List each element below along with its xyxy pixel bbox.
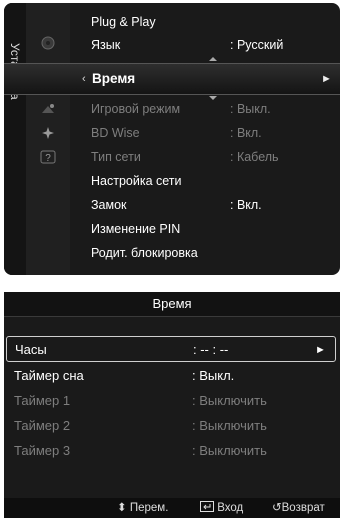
menu-item-bd-wise: BD Wise : Вкл. (91, 126, 262, 140)
time-settings-panel: Время Часы : -- : -- ► Таймер сна : Выкл… (4, 292, 340, 518)
category-icon-column: ? (26, 3, 70, 275)
help-icon[interactable]: ? (26, 145, 70, 169)
panel-title: Время (4, 292, 340, 317)
move-label: Перем. (129, 502, 169, 514)
sparkle-icon[interactable] (26, 121, 70, 145)
up-down-arrow-icon: ⬍ (117, 502, 127, 514)
enter-icon (200, 501, 214, 512)
timer-2-row: Таймер 2 : Выключить (14, 418, 267, 433)
menu-item-game-mode: Игровой режим : Выкл. (91, 102, 271, 116)
menu-item-lock[interactable]: Замок : Вкл. (70, 193, 340, 217)
setup-menu-panel: Установка ? ‹ Время ► P (4, 3, 340, 275)
return-label: Возврат (281, 502, 325, 514)
menu-item-network-setup[interactable]: Настройка сети (70, 169, 340, 193)
chevron-right-icon: ► (315, 344, 326, 356)
disc-icon[interactable] (26, 31, 70, 55)
return-hint: ↺Возврат (272, 498, 325, 518)
footer-bar: ⬍ Перем. Вход ↺Возврат (4, 498, 340, 518)
svg-text:?: ? (45, 153, 51, 164)
menu-item-network-type: Тип сети : Кабель (91, 150, 279, 164)
category-sidebar: Установка (4, 3, 26, 275)
move-hint: ⬍ Перем. (117, 498, 168, 518)
return-icon: ↺ (272, 502, 282, 514)
timer-1-row: Таймер 1 : Выключить (14, 393, 267, 408)
enter-hint: Вход (200, 498, 243, 518)
menu-item-plug-play[interactable]: Plug & Play (70, 10, 340, 34)
satellite-icon[interactable] (26, 97, 70, 121)
menu-item-language[interactable]: Язык : Русский (70, 33, 340, 57)
enter-label: Вход (217, 502, 244, 514)
menu-item-parental-lock[interactable]: Родит. блокировка (70, 241, 340, 265)
menu-item-change-pin[interactable]: Изменение PIN (70, 217, 340, 241)
timer-3-row: Таймер 3 : Выключить (14, 443, 267, 458)
clock-row[interactable]: Часы : -- : -- ► (6, 336, 336, 362)
sleep-timer-row[interactable]: Таймер сна : Выкл. (4, 363, 340, 389)
